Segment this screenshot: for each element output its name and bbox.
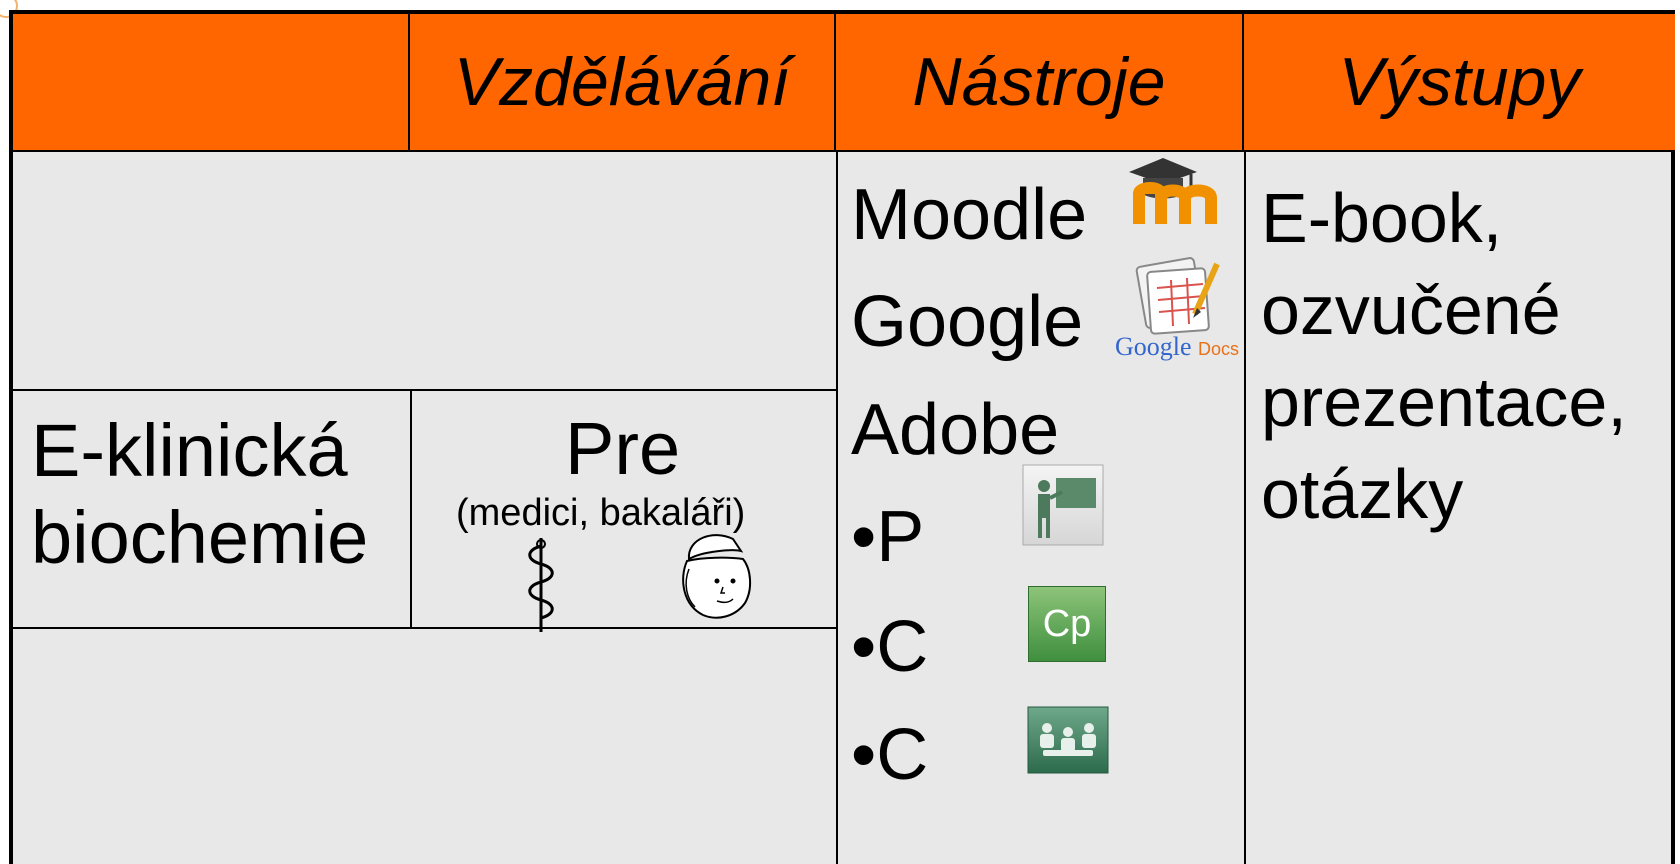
presenter-icon <box>1022 464 1104 546</box>
header-cell-tools: Nástroje <box>836 14 1244 152</box>
content-table: Vzdělávání Nástroje Výstupy E-klinická b… <box>9 10 1675 864</box>
header-cell-education: Vzdělávání <box>410 14 836 152</box>
google-docs-logo-text: Google Docs <box>1115 332 1239 362</box>
subject-line1: E-klinická <box>31 409 348 492</box>
header-col4-label: Výstupy <box>1338 44 1581 120</box>
divider-row-top <box>13 389 838 391</box>
output-line4: otázky <box>1261 455 1464 533</box>
audience-label: (medici, bakaláři) <box>456 492 746 534</box>
tool-item-p: •P <box>851 497 925 577</box>
output-line2: ozvučené <box>1261 271 1561 349</box>
tool-google-label: Google <box>851 282 1084 362</box>
divider-col3 <box>836 152 838 864</box>
divider-col2-row <box>410 389 412 629</box>
header-col2-label: Vzdělávání <box>453 44 791 120</box>
header-col3-label: Nástroje <box>912 44 1166 120</box>
header-cell-outputs: Výstupy <box>1244 14 1675 152</box>
tool-adobe-label: Adobe <box>851 390 1060 470</box>
output-line1: E-book, <box>1261 179 1503 257</box>
output-line3: prezentace, <box>1261 363 1627 441</box>
header-cell-empty <box>13 14 410 152</box>
connect-icon <box>1027 706 1109 774</box>
tool-moodle-label: Moodle <box>851 175 1088 255</box>
slide: Vzdělávání Nástroje Výstupy E-klinická b… <box>0 0 1680 864</box>
google-docs-logo-google: Google <box>1115 332 1192 361</box>
tool-item-c1: •C <box>851 607 929 687</box>
captivate-icon: Cp <box>1028 586 1106 662</box>
subject-line2: biochemie <box>31 496 369 579</box>
nurse-face-icon <box>682 534 751 619</box>
moodle-logo-icon <box>1129 158 1217 224</box>
stage-label: Pre <box>565 407 681 490</box>
google-docs-logo-docs: Docs <box>1198 339 1240 359</box>
divider-row-bottom <box>13 627 838 629</box>
rod-of-asclepius-icon <box>528 538 554 632</box>
divider-col4 <box>1244 152 1246 864</box>
captivate-icon-text: Cp <box>1042 602 1092 645</box>
tool-item-c2: •C <box>851 715 929 795</box>
